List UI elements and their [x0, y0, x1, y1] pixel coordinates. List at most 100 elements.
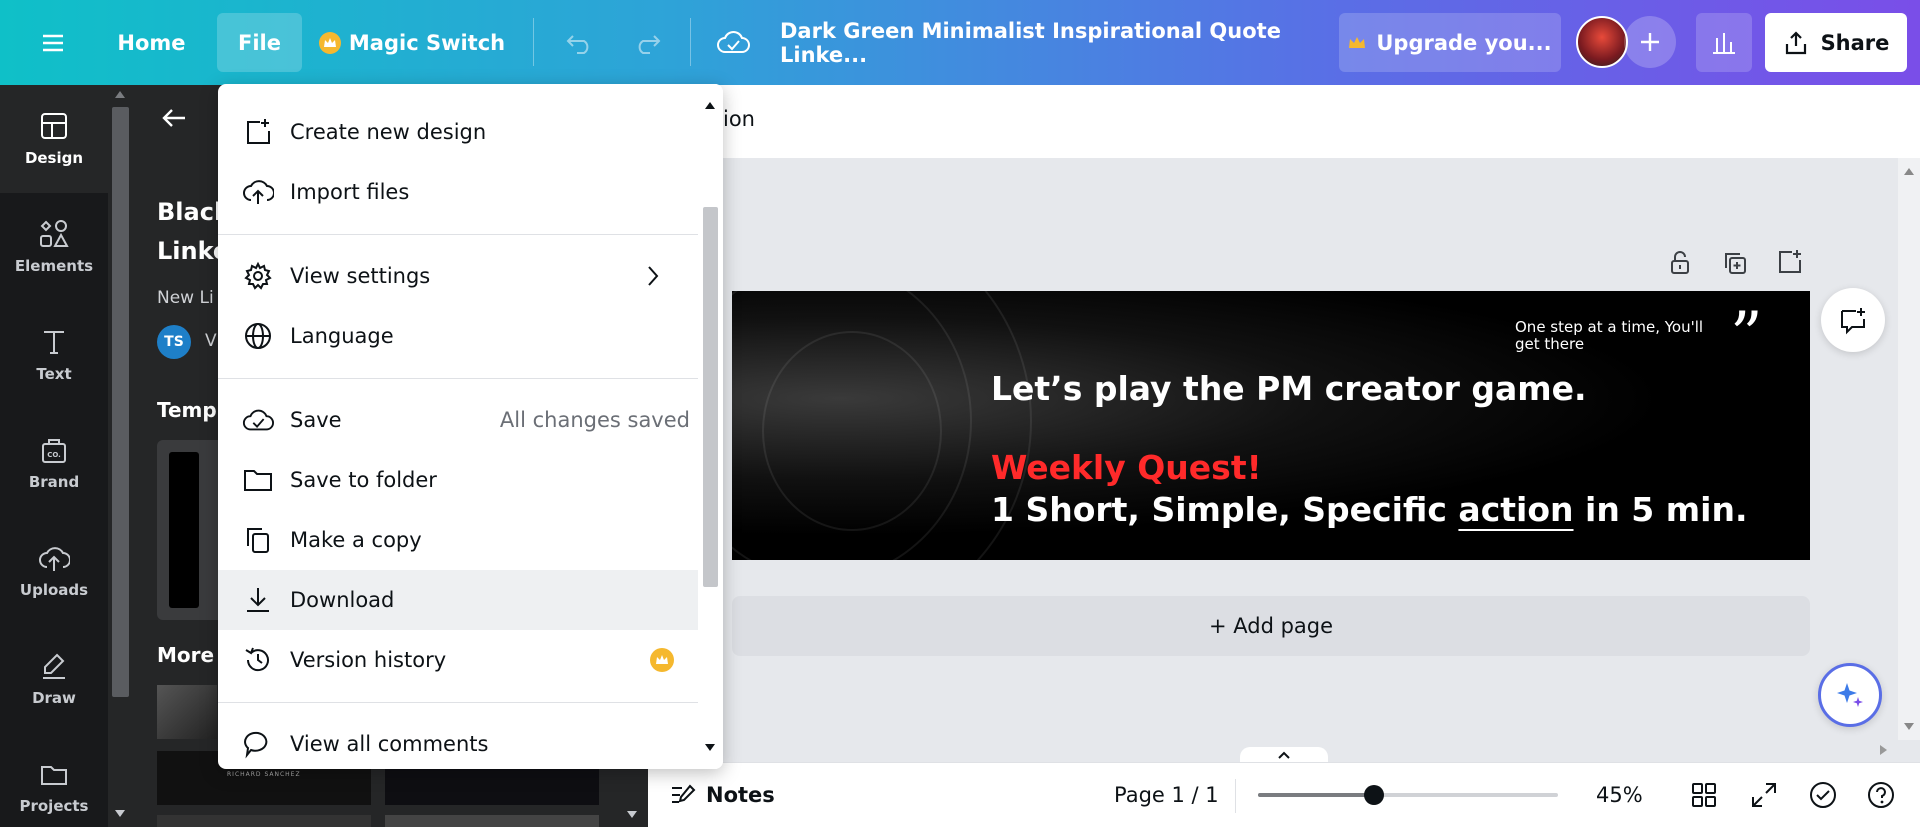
magic-switch-label: Magic Switch — [348, 30, 506, 55]
chevron-up-icon — [1278, 751, 1290, 759]
scroll-down-icon[interactable] — [1904, 723, 1914, 730]
zoom-slider[interactable] — [1258, 785, 1558, 805]
cloud-saved-icon[interactable] — [708, 13, 758, 72]
fullscreen-icon[interactable] — [1750, 781, 1778, 813]
premium-crown-icon — [650, 648, 674, 672]
rail-scrollbar[interactable] — [108, 85, 133, 827]
download-icon — [242, 584, 274, 616]
thumbnail-caption: RICHARD SANCHEZ — [227, 771, 301, 778]
rail-item-brand[interactable]: CO. Brand — [0, 409, 108, 517]
rail-item-elements[interactable]: Elements — [0, 193, 108, 301]
menu-item-make-a-copy[interactable]: Make a copy — [218, 510, 698, 570]
scroll-right-icon[interactable] — [1880, 745, 1887, 755]
headline-line-3[interactable]: 1 Short, Simple, Specific action in 5 mi… — [991, 490, 1747, 529]
rail-item-design[interactable]: Design — [0, 85, 108, 193]
design-page[interactable]: One step at a time, You'll get there ” L… — [732, 291, 1810, 560]
notes-label: Notes — [706, 783, 775, 807]
author-name: V — [205, 331, 217, 351]
menu-item-save-to-folder[interactable]: Save to folder — [218, 450, 698, 510]
upload-icon — [39, 547, 70, 571]
menu-item-download[interactable]: Download — [218, 570, 698, 630]
rail-item-text[interactable]: Text — [0, 301, 108, 409]
avatar[interactable] — [1576, 16, 1628, 68]
menu-item-view-all-comments[interactable]: View all comments — [218, 714, 698, 769]
document-title[interactable]: Dark Green Minimalist Inspirational Quot… — [780, 13, 1320, 72]
menu-item-save[interactable]: Save All changes saved — [218, 390, 698, 450]
home-button[interactable]: Home — [104, 13, 199, 72]
menu-item-create-new-design[interactable]: Create new design — [218, 102, 698, 162]
copy-icon — [242, 524, 274, 556]
headline-line-1[interactable]: Let’s play the PM creator game. — [991, 369, 1587, 408]
headline-line-3-suffix: in 5 min. — [1573, 490, 1748, 529]
magic-assistant-button[interactable] — [1818, 663, 1882, 727]
scroll-up-icon[interactable] — [1904, 168, 1914, 175]
insights-button[interactable] — [1696, 13, 1752, 72]
save-status: All changes saved — [499, 408, 690, 432]
folder-icon — [41, 766, 67, 785]
rail-item-uploads[interactable]: Uploads — [0, 517, 108, 625]
menu-item-import-files[interactable]: Import files — [218, 162, 698, 222]
menu-item-label: Save — [290, 408, 342, 432]
folder-icon — [242, 464, 274, 496]
help-icon[interactable] — [1866, 780, 1896, 814]
cloud-upload-icon — [242, 176, 274, 208]
menu-item-label: Save to folder — [290, 468, 437, 492]
notes-button[interactable]: Notes — [670, 777, 775, 813]
redo-icon[interactable] — [622, 13, 672, 72]
add-page-icon[interactable] — [1776, 248, 1804, 280]
headline-action-word: action — [1458, 490, 1574, 529]
quote-mark-icon[interactable]: ” — [1730, 299, 1763, 373]
menu-item-version-history[interactable]: Version history — [218, 630, 698, 690]
rail-item-draw[interactable]: Draw — [0, 625, 108, 733]
share-button[interactable]: Share — [1765, 13, 1907, 72]
scroll-down-icon[interactable] — [627, 811, 637, 818]
menu-scrollbar[interactable] — [698, 84, 723, 769]
share-icon — [1785, 30, 1806, 54]
rail-item-label: Text — [36, 365, 72, 383]
back-arrow-icon[interactable] — [161, 107, 187, 133]
zoom-slider-thumb[interactable] — [1363, 785, 1384, 805]
add-comment-button[interactable] — [1821, 288, 1885, 352]
quote-small-text[interactable]: One step at a time, You'll get there — [1515, 319, 1705, 353]
canvas-scrollbar[interactable] — [1898, 158, 1920, 740]
template-thumbnail[interactable] — [157, 815, 371, 827]
upgrade-button[interactable]: Upgrade you... — [1339, 13, 1561, 72]
more-heading: More — [157, 643, 215, 667]
scroll-thumb[interactable] — [703, 207, 718, 587]
add-page-button[interactable]: + Add page — [732, 596, 1810, 656]
headline-line-2[interactable]: Weekly Quest! — [991, 448, 1262, 487]
scroll-thumb[interactable] — [112, 107, 129, 697]
menu-icon[interactable] — [28, 13, 78, 72]
undo-icon[interactable] — [555, 13, 605, 72]
context-toolbar-label[interactable]: ion — [723, 107, 755, 131]
menu-item-language[interactable]: Language — [218, 306, 698, 366]
rail-item-label: Elements — [14, 257, 94, 275]
upgrade-label: Upgrade you... — [1376, 30, 1552, 55]
menu-item-label: Create new design — [290, 120, 487, 144]
share-label: Share — [1820, 30, 1890, 55]
scroll-down-icon[interactable] — [705, 744, 715, 751]
grid-view-icon[interactable] — [1690, 781, 1718, 813]
panel-subtitle: New Li — [157, 288, 214, 308]
svg-text:CO.: CO. — [47, 451, 61, 459]
zoom-level[interactable]: 45% — [1596, 783, 1643, 807]
template-thumbnail[interactable] — [385, 815, 599, 827]
add-collaborator-button[interactable] — [1624, 16, 1676, 68]
check-icon[interactable] — [1808, 780, 1838, 814]
top-bar: Home File Magic Switch Dark Green Minima… — [0, 0, 1920, 85]
rail-item-label: Brand — [28, 473, 80, 491]
brand-icon: CO. — [42, 439, 66, 463]
menu-item-view-settings[interactable]: View settings — [218, 246, 698, 306]
globe-icon — [242, 320, 274, 352]
page-indicator[interactable]: Page 1 / 1 — [1114, 783, 1219, 807]
rail-item-projects[interactable]: Projects — [0, 733, 108, 827]
file-button[interactable]: File — [217, 13, 302, 72]
magic-switch-button[interactable]: Magic Switch — [318, 13, 506, 72]
scroll-up-icon[interactable] — [705, 102, 715, 109]
scroll-down-icon[interactable] — [115, 810, 125, 817]
draw-icon — [43, 653, 65, 679]
lock-icon[interactable] — [1667, 250, 1693, 280]
duplicate-page-icon[interactable] — [1722, 250, 1748, 280]
template-thumbnail[interactable] — [157, 685, 217, 739]
scroll-up-icon[interactable] — [115, 91, 125, 98]
